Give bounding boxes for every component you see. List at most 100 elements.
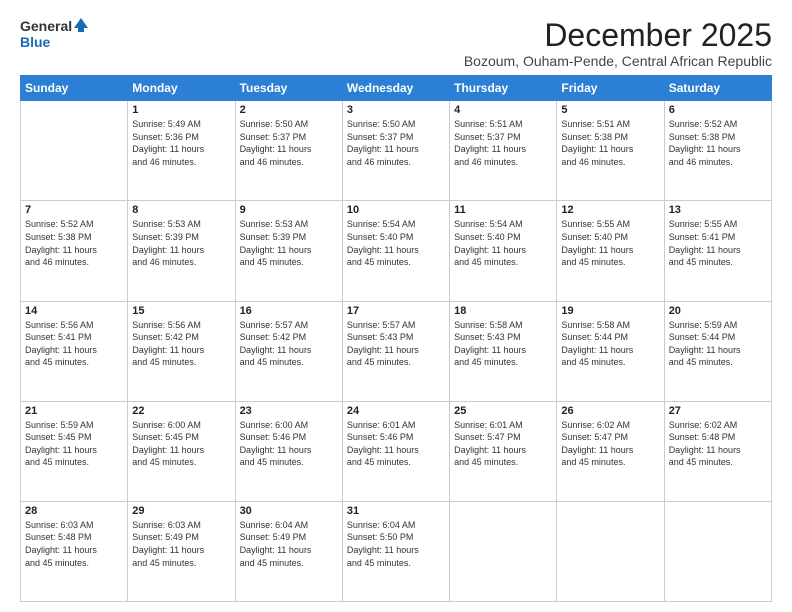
week-row-5: 28Sunrise: 6:03 AMSunset: 5:48 PMDayligh… (21, 501, 772, 601)
day-info: Sunrise: 5:52 AMSunset: 5:38 PMDaylight:… (669, 118, 767, 168)
day-info: Sunrise: 6:02 AMSunset: 5:47 PMDaylight:… (561, 419, 659, 469)
day-info: Sunrise: 5:56 AMSunset: 5:41 PMDaylight:… (25, 319, 123, 369)
week-row-1: 1 Sunrise: 5:49 AMSunset: 5:36 PMDaylight… (21, 101, 772, 201)
calendar-cell: 11 Sunrise: 5:54 AMSunset: 5:40 PMDayligh… (450, 201, 557, 301)
day-number: 18 (454, 305, 552, 317)
col-thursday: Thursday (450, 76, 557, 101)
day-number: 1 (132, 104, 230, 116)
day-number: 28 (25, 505, 123, 517)
calendar-cell: 4 Sunrise: 5:51 AMSunset: 5:37 PMDaylight… (450, 101, 557, 201)
calendar-cell: 21 Sunrise: 5:59 AMSunset: 5:45 PMDayligh… (21, 401, 128, 501)
day-info: Sunrise: 6:04 AMSunset: 5:50 PMDaylight:… (347, 519, 445, 569)
day-number: 12 (561, 204, 659, 216)
calendar-cell: 20Sunrise: 5:59 AMSunset: 5:44 PMDayligh… (664, 301, 771, 401)
calendar-cell: 16Sunrise: 5:57 AMSunset: 5:42 PMDayligh… (235, 301, 342, 401)
day-info: Sunrise: 5:51 AMSunset: 5:37 PMDaylight:… (454, 118, 552, 168)
day-number: 13 (669, 204, 767, 216)
day-number: 24 (347, 405, 445, 417)
day-number: 4 (454, 104, 552, 116)
calendar-cell: 17Sunrise: 5:57 AMSunset: 5:43 PMDayligh… (342, 301, 449, 401)
calendar-cell: 24 Sunrise: 6:01 AMSunset: 5:46 PMDayligh… (342, 401, 449, 501)
calendar-cell: 2 Sunrise: 5:50 AMSunset: 5:37 PMDaylight… (235, 101, 342, 201)
calendar-cell: 29Sunrise: 6:03 AMSunset: 5:49 PMDayligh… (128, 501, 235, 601)
calendar-cell: 8 Sunrise: 5:53 AMSunset: 5:39 PMDaylight… (128, 201, 235, 301)
day-number: 22 (132, 405, 230, 417)
calendar-cell: 5 Sunrise: 5:51 AMSunset: 5:38 PMDaylight… (557, 101, 664, 201)
calendar-cell: 6Sunrise: 5:52 AMSunset: 5:38 PMDaylight… (664, 101, 771, 201)
logo-icon (74, 18, 88, 32)
week-row-3: 14 Sunrise: 5:56 AMSunset: 5:41 PMDayligh… (21, 301, 772, 401)
day-info: Sunrise: 6:01 AMSunset: 5:46 PMDaylight:… (347, 419, 445, 469)
day-number: 26 (561, 405, 659, 417)
calendar-cell: 19 Sunrise: 5:58 AMSunset: 5:44 PMDayligh… (557, 301, 664, 401)
header: General Blue December 2025 Bozoum, Ouham… (20, 18, 772, 69)
day-number: 2 (240, 104, 338, 116)
day-info: Sunrise: 5:52 AMSunset: 5:38 PMDaylight:… (25, 218, 123, 268)
day-info: Sunrise: 5:57 AMSunset: 5:43 PMDaylight:… (347, 319, 445, 369)
col-tuesday: Tuesday (235, 76, 342, 101)
day-info: Sunrise: 5:58 AMSunset: 5:44 PMDaylight:… (561, 319, 659, 369)
day-info: Sunrise: 6:00 AMSunset: 5:46 PMDaylight:… (240, 419, 338, 469)
day-info: Sunrise: 5:54 AMSunset: 5:40 PMDaylight:… (454, 218, 552, 268)
calendar-table: Sunday Monday Tuesday Wednesday Thursday… (20, 75, 772, 602)
day-number: 9 (240, 204, 338, 216)
day-info: Sunrise: 5:59 AMSunset: 5:45 PMDaylight:… (25, 419, 123, 469)
day-info: Sunrise: 5:55 AMSunset: 5:41 PMDaylight:… (669, 218, 767, 268)
calendar-cell: 25 Sunrise: 6:01 AMSunset: 5:47 PMDayligh… (450, 401, 557, 501)
day-number: 27 (669, 405, 767, 417)
col-sunday: Sunday (21, 76, 128, 101)
week-row-2: 7 Sunrise: 5:52 AMSunset: 5:38 PMDaylight… (21, 201, 772, 301)
day-number: 30 (240, 505, 338, 517)
calendar-cell (21, 101, 128, 201)
day-info: Sunrise: 6:03 AMSunset: 5:49 PMDaylight:… (132, 519, 230, 569)
col-friday: Friday (557, 76, 664, 101)
day-info: Sunrise: 5:53 AMSunset: 5:39 PMDaylight:… (132, 218, 230, 268)
day-info: Sunrise: 5:56 AMSunset: 5:42 PMDaylight:… (132, 319, 230, 369)
day-info: Sunrise: 6:01 AMSunset: 5:47 PMDaylight:… (454, 419, 552, 469)
day-number: 16 (240, 305, 338, 317)
day-number: 25 (454, 405, 552, 417)
location-title: Bozoum, Ouham-Pende, Central African Rep… (464, 53, 772, 69)
day-info: Sunrise: 5:50 AMSunset: 5:37 PMDaylight:… (347, 118, 445, 168)
calendar-cell: 14 Sunrise: 5:56 AMSunset: 5:41 PMDayligh… (21, 301, 128, 401)
day-number: 8 (132, 204, 230, 216)
calendar-cell: 13 Sunrise: 5:55 AMSunset: 5:41 PMDayligh… (664, 201, 771, 301)
calendar-cell: 28Sunrise: 6:03 AMSunset: 5:48 PMDayligh… (21, 501, 128, 601)
week-row-4: 21 Sunrise: 5:59 AMSunset: 5:45 PMDayligh… (21, 401, 772, 501)
calendar-cell: 1 Sunrise: 5:49 AMSunset: 5:36 PMDaylight… (128, 101, 235, 201)
day-number: 31 (347, 505, 445, 517)
day-info: Sunrise: 5:54 AMSunset: 5:40 PMDaylight:… (347, 218, 445, 268)
day-number: 10 (347, 204, 445, 216)
day-info: Sunrise: 5:58 AMSunset: 5:43 PMDaylight:… (454, 319, 552, 369)
calendar-cell: 12 Sunrise: 5:55 AMSunset: 5:40 PMDayligh… (557, 201, 664, 301)
day-number: 23 (240, 405, 338, 417)
calendar-cell: 30Sunrise: 6:04 AMSunset: 5:49 PMDayligh… (235, 501, 342, 601)
day-info: Sunrise: 5:51 AMSunset: 5:38 PMDaylight:… (561, 118, 659, 168)
calendar-cell (557, 501, 664, 601)
calendar-cell (450, 501, 557, 601)
day-number: 21 (25, 405, 123, 417)
calendar-cell: 10 Sunrise: 5:54 AMSunset: 5:40 PMDayligh… (342, 201, 449, 301)
day-number: 14 (25, 305, 123, 317)
calendar-header-row: Sunday Monday Tuesday Wednesday Thursday… (21, 76, 772, 101)
day-info: Sunrise: 5:50 AMSunset: 5:37 PMDaylight:… (240, 118, 338, 168)
day-number: 7 (25, 204, 123, 216)
day-number: 11 (454, 204, 552, 216)
day-number: 5 (561, 104, 659, 116)
calendar-page: General Blue December 2025 Bozoum, Ouham… (0, 0, 792, 612)
day-info: Sunrise: 6:02 AMSunset: 5:48 PMDaylight:… (669, 419, 767, 469)
day-info: Sunrise: 5:49 AMSunset: 5:36 PMDaylight:… (132, 118, 230, 168)
col-saturday: Saturday (664, 76, 771, 101)
month-title: December 2025 (464, 18, 772, 53)
calendar-cell: 9 Sunrise: 5:53 AMSunset: 5:39 PMDaylight… (235, 201, 342, 301)
calendar-cell: 18 Sunrise: 5:58 AMSunset: 5:43 PMDayligh… (450, 301, 557, 401)
day-info: Sunrise: 5:53 AMSunset: 5:39 PMDaylight:… (240, 218, 338, 268)
day-number: 19 (561, 305, 659, 317)
day-info: Sunrise: 5:55 AMSunset: 5:40 PMDaylight:… (561, 218, 659, 268)
day-number: 15 (132, 305, 230, 317)
day-info: Sunrise: 6:00 AMSunset: 5:45 PMDaylight:… (132, 419, 230, 469)
calendar-cell: 7 Sunrise: 5:52 AMSunset: 5:38 PMDaylight… (21, 201, 128, 301)
calendar-cell: 15 Sunrise: 5:56 AMSunset: 5:42 PMDayligh… (128, 301, 235, 401)
calendar-cell (664, 501, 771, 601)
calendar-cell: 3Sunrise: 5:50 AMSunset: 5:37 PMDaylight… (342, 101, 449, 201)
